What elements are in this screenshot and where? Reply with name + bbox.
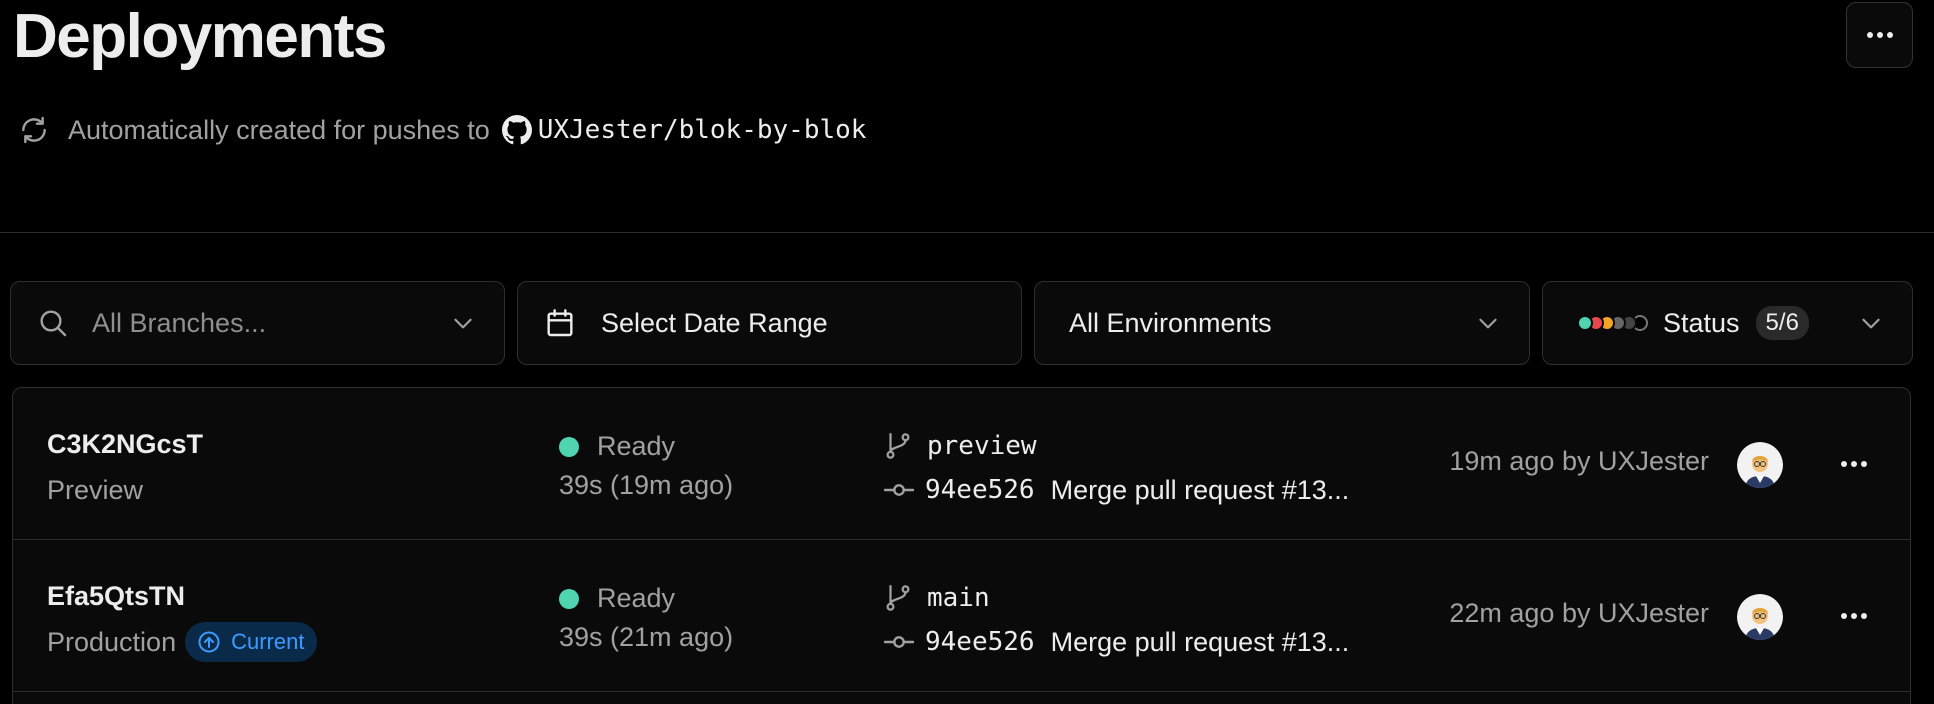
branch-filter[interactable]: All Branches... — [10, 281, 505, 365]
status-colors-icon — [1577, 315, 1657, 331]
page-title: Deployments — [13, 2, 387, 71]
search-icon — [40, 310, 67, 337]
status-label: Ready — [597, 583, 676, 613]
ellipsis-icon — [1841, 461, 1867, 467]
chevron-down-icon — [454, 318, 472, 329]
deployment-status: Ready — [559, 583, 675, 614]
subtitle-text: Automatically created for pushes to — [68, 114, 490, 145]
deployment-time-author: 19m ago by UXJester — [1449, 446, 1709, 476]
git-connection-info: Automatically created for pushes to UXJe… — [18, 112, 866, 148]
deployment-time-author: 22m ago by UXJester — [1449, 598, 1709, 628]
git-branch-icon — [886, 585, 910, 611]
git-branch-icon — [886, 433, 910, 459]
row-actions-button[interactable] — [1829, 446, 1879, 482]
deployment-environment: Preview — [47, 470, 143, 510]
environment-label: Preview — [47, 474, 144, 505]
git-commit-icon — [883, 484, 915, 496]
environment-label: Production — [47, 626, 177, 657]
commit-link[interactable]: 94ee526 Merge pull request #13... — [883, 470, 1349, 510]
deployment-environment: Production Current — [47, 622, 318, 662]
status-filter[interactable]: Status 5/6 — [1542, 281, 1913, 365]
avatar[interactable] — [1737, 594, 1783, 640]
commit-hash: 94ee526 — [925, 627, 1035, 657]
commit-message: Merge pull request #13... — [1050, 474, 1350, 505]
ellipsis-icon — [1841, 613, 1867, 619]
branch-name: preview — [927, 431, 1037, 461]
deployment-id[interactable]: Efa5QtsTN — [47, 581, 185, 612]
environment-filter-label: All Environments — [1069, 307, 1272, 338]
status-label: Ready — [597, 431, 676, 461]
avatar-image — [1737, 442, 1783, 488]
deployment-id[interactable]: C3K2NGcsT — [47, 429, 203, 460]
commit-hash: 94ee526 — [925, 475, 1035, 505]
date-range-label: Select Date Range — [601, 307, 828, 338]
avatar[interactable] — [1737, 442, 1783, 488]
deployment-row[interactable]: Efa5QtsTN Production Current Ready 39s (… — [13, 540, 1910, 692]
arrow-up-circle-icon — [198, 631, 220, 653]
chevron-down-icon — [1479, 318, 1497, 329]
status-color-dot — [1577, 315, 1593, 331]
deployment-row[interactable]: C3K2NGcsT Preview Ready 39s (19m ago) pr… — [13, 388, 1910, 540]
repo-link[interactable]: UXJester/blok-by-blok — [538, 115, 867, 145]
more-options-button[interactable] — [1846, 2, 1913, 68]
environment-filter[interactable]: All Environments — [1034, 281, 1530, 365]
git-commit-icon — [883, 636, 915, 648]
deployment-status: Ready — [559, 431, 675, 462]
status-count-badge: 5/6 — [1755, 306, 1809, 340]
row-actions-button[interactable] — [1829, 598, 1879, 634]
deployments-list: C3K2NGcsT Preview Ready 39s (19m ago) pr… — [12, 387, 1911, 704]
refresh-icon — [22, 116, 46, 144]
status-filter-label: Status — [1663, 307, 1740, 338]
current-label: Current — [231, 629, 305, 654]
calendar-icon — [547, 309, 573, 337]
build-duration: 39s (21m ago) — [559, 622, 734, 652]
commit-message: Merge pull request #13... — [1050, 626, 1350, 657]
branch-link[interactable]: main — [883, 578, 990, 618]
commit-link[interactable]: 94ee526 Merge pull request #13... — [883, 622, 1349, 662]
chevron-down-icon — [1862, 318, 1880, 329]
ellipsis-icon — [1866, 32, 1893, 38]
date-range-filter[interactable]: Select Date Range — [517, 281, 1022, 365]
divider — [0, 232, 1934, 233]
build-duration: 39s (19m ago) — [559, 470, 734, 500]
branch-filter-placeholder: All Branches... — [92, 307, 267, 338]
branch-name: main — [927, 583, 990, 613]
current-badge: Current — [185, 622, 318, 662]
status-dot — [559, 436, 579, 457]
github-icon — [501, 115, 532, 145]
avatar-image — [1737, 594, 1783, 640]
status-dot — [559, 588, 579, 609]
branch-link[interactable]: preview — [883, 426, 1037, 466]
